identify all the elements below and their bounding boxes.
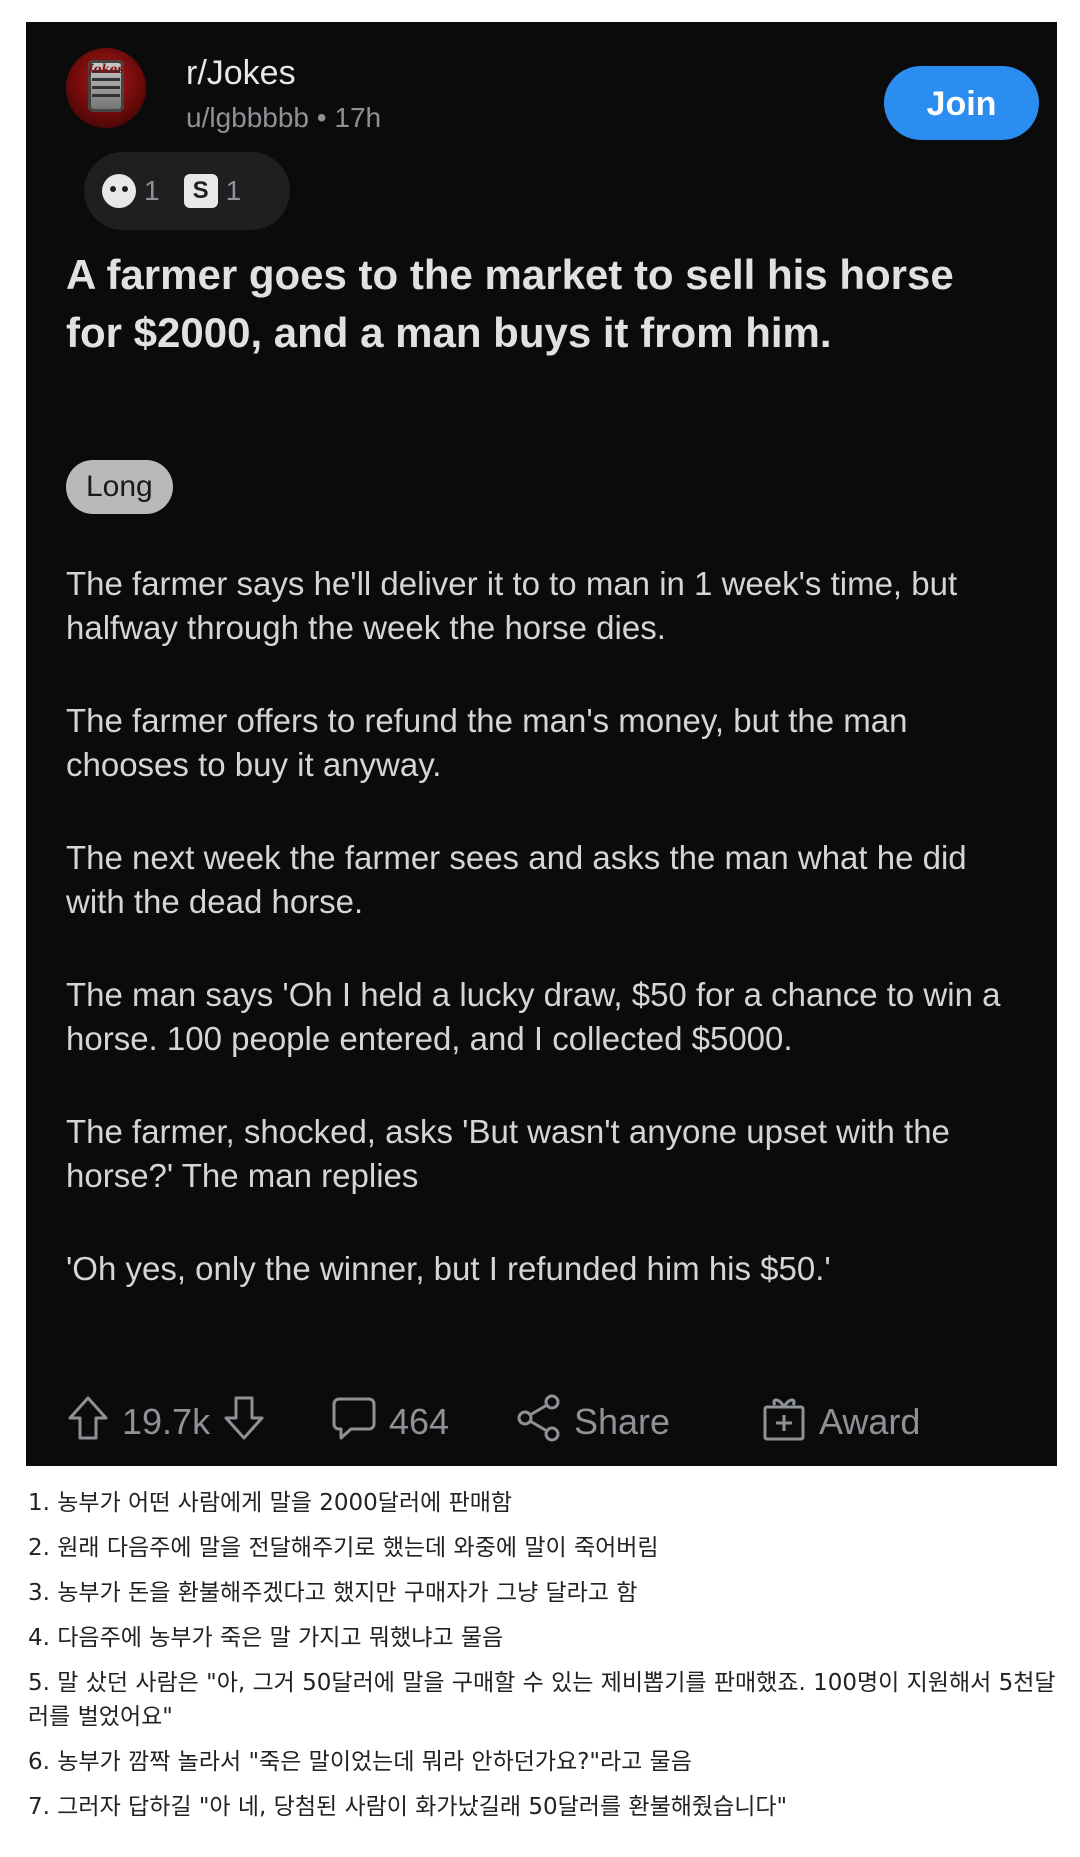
translation-item: 3. 농부가 돈을 환불해주겠다고 했지만 구매자가 그냥 달라고 함 bbox=[28, 1580, 638, 1606]
subreddit-avatar[interactable]: Jokes bbox=[66, 48, 146, 128]
share-label: Share bbox=[574, 1401, 671, 1442]
award-count: 1 bbox=[144, 175, 160, 206]
avatar-logo-text: Jokes bbox=[87, 62, 125, 76]
post-time: 17h bbox=[334, 102, 382, 133]
award-button[interactable]: Award bbox=[761, 1392, 920, 1452]
translation-item: 2. 원래 다음주에 말을 전달해주기로 했는데 와중에 말이 죽어버림 bbox=[28, 1535, 659, 1561]
translation-item: 6. 농부가 깜짝 놀라서 "죽은 말이었는데 뭐라 안하던가요?"라고 물음 bbox=[28, 1749, 692, 1775]
body-paragraph: The farmer offers to refund the man's mo… bbox=[66, 702, 908, 783]
post-title[interactable]: A farmer goes to the market to sell his … bbox=[66, 246, 1016, 362]
gift-icon bbox=[761, 1393, 807, 1452]
post-header: Jokes r/Jokes u/lgbbbbb • 17h Join bbox=[66, 44, 1039, 144]
translation-item: 7. 그러자 답하길 "아 네, 당첨된 사람이 화가났길래 50달러를 환불해… bbox=[28, 1794, 788, 1820]
comments-button[interactable]: 464 bbox=[331, 1392, 449, 1452]
join-button[interactable]: Join bbox=[884, 66, 1039, 140]
post-body: The farmer says he'll deliver it to to m… bbox=[66, 562, 1026, 1340]
silver-award-icon: S bbox=[183, 174, 218, 208]
translation-item: 4. 다음주에 농부가 죽은 말 가지고 뭐했냐고 물음 bbox=[28, 1625, 504, 1651]
korean-translation-list: 1. 농부가 어떤 사람에게 말을 2000달러에 판매함 2. 원래 다음주에… bbox=[28, 1486, 1058, 1835]
comment-count: 464 bbox=[389, 1401, 450, 1442]
award-count: 1 bbox=[225, 175, 242, 206]
post-meta: u/lgbbbbb • 17h bbox=[186, 102, 381, 134]
comment-bubble-icon bbox=[331, 1393, 377, 1452]
subreddit-name[interactable]: r/Jokes bbox=[186, 54, 296, 93]
wholesome-award-icon bbox=[102, 174, 136, 208]
share-button[interactable]: Share bbox=[516, 1392, 670, 1452]
downvote-icon[interactable] bbox=[222, 1394, 266, 1451]
translation-item: 5. 말 샀던 사람은 "아, 그거 50달러에 말을 구매할 수 있는 제비뽑… bbox=[28, 1670, 1056, 1730]
share-icon bbox=[516, 1393, 562, 1452]
body-paragraph: The next week the farmer sees and asks t… bbox=[66, 839, 967, 920]
body-paragraph: 'Oh yes, only the winner, but I refunded… bbox=[66, 1250, 831, 1287]
award-label: Award bbox=[819, 1401, 921, 1442]
post-action-bar: 19.7k 464 Share Award bbox=[66, 1392, 1046, 1452]
translation-item: 1. 농부가 어떤 사람에게 말을 2000달러에 판매함 bbox=[28, 1490, 513, 1516]
body-paragraph: The man says 'Oh I held a lucky draw, $5… bbox=[66, 976, 1001, 1057]
body-paragraph: The farmer says he'll deliver it to to m… bbox=[66, 565, 958, 646]
body-paragraph: The farmer, shocked, asks 'But wasn't an… bbox=[66, 1113, 950, 1194]
vote-count: 19.7k bbox=[122, 1401, 211, 1442]
upvote-icon[interactable] bbox=[66, 1394, 110, 1451]
reddit-post-card: Jokes r/Jokes u/lgbbbbb • 17h Join 1 S 1… bbox=[26, 22, 1057, 1466]
author-username[interactable]: u/lgbbbbb bbox=[186, 102, 309, 133]
vote-group: 19.7k bbox=[66, 1392, 266, 1452]
post-flair[interactable]: Long bbox=[66, 460, 173, 514]
awards-pill[interactable]: 1 S 1 bbox=[84, 152, 290, 230]
meta-separator: • bbox=[316, 102, 327, 133]
